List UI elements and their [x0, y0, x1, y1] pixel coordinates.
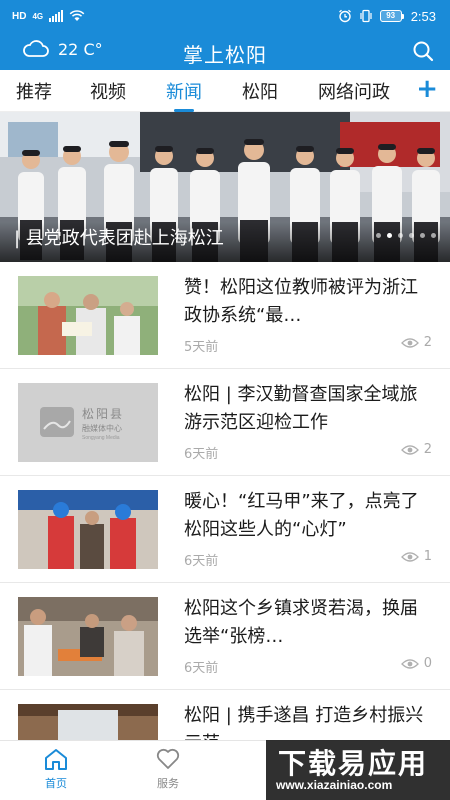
- temperature: 22 C°: [58, 39, 103, 59]
- news-time: 6天前: [184, 661, 219, 676]
- banner-caption-text: 县党政代表团赴上海松江: [25, 228, 224, 249]
- view-count-value: 1: [423, 549, 432, 564]
- heart-icon: [156, 748, 180, 769]
- tab-video[interactable]: 视频: [90, 78, 126, 104]
- eye-icon: [400, 444, 419, 455]
- view-count-value: 2: [423, 335, 432, 350]
- clock: 2:53: [410, 8, 436, 24]
- view-count: 2: [400, 442, 432, 457]
- thumb-logo-en: Songyang Media: [82, 435, 120, 441]
- thumb-logo-text: 松阳县: [82, 407, 125, 421]
- signal-icon: [49, 10, 64, 22]
- news-thumbnail: 松阳县 融媒体中心 Songyang Media: [18, 383, 158, 462]
- eye-icon: [400, 337, 419, 348]
- battery-icon: 93: [379, 10, 404, 22]
- search-button[interactable]: [410, 38, 436, 64]
- pager-dot[interactable]: [431, 233, 436, 238]
- nav-service-label: 服务: [157, 777, 179, 790]
- pager-dot[interactable]: [420, 233, 425, 238]
- headline-banner[interactable]: | 县党政代表团赴上海松江: [0, 112, 450, 262]
- pager-dot-active[interactable]: [387, 233, 392, 238]
- list-item[interactable]: 松阳县 融媒体中心 Songyang Media 松阳 | 李汉勤督查国家全域旅…: [0, 369, 450, 476]
- news-title: 松阳这个乡镇求贤若渴，换届选举“张榜…: [184, 598, 418, 647]
- news-title: 松阳 | 携手遂昌 打造乡村振兴示范: [184, 705, 424, 740]
- status-left: HD 4G: [12, 10, 85, 22]
- news-time: 6天前: [184, 554, 219, 569]
- list-item[interactable]: 松阳 | 携手遂昌 打造乡村振兴示范: [0, 690, 450, 740]
- nav-home[interactable]: 首页: [26, 747, 86, 791]
- news-title: 松阳 | 李汉勤督查国家全域旅游示范区迎检工作: [184, 384, 418, 433]
- status-right: 93 2:53: [338, 9, 436, 24]
- battery-level: 93: [379, 10, 402, 22]
- list-item[interactable]: 赞！松阳这位教师被评为浙江政协系统“最… 5天前 2: [0, 262, 450, 369]
- view-count: 2: [400, 335, 432, 350]
- list-item[interactable]: 松阳这个乡镇求贤若渴，换届选举“张榜… 6天前 0: [0, 583, 450, 690]
- news-thumbnail: [18, 490, 158, 569]
- watermark-url: www.xiazainiao.com: [276, 778, 393, 792]
- nav-home-label: 首页: [45, 777, 67, 790]
- wifi-icon: [69, 10, 85, 21]
- weather-widget[interactable]: 22 C°: [22, 39, 103, 59]
- status-bar: HD 4G 93 2:53: [0, 0, 450, 32]
- search-icon: [413, 41, 434, 62]
- tab-online-politics[interactable]: 网络问政: [318, 78, 390, 104]
- network-type: 4G: [32, 11, 44, 21]
- view-count-value: 0: [423, 656, 432, 671]
- category-tabs: 推荐 视频 新闻 松阳 网络问政 +: [0, 70, 450, 112]
- pager-dot[interactable]: [376, 233, 381, 238]
- tab-recommend[interactable]: 推荐: [16, 78, 52, 104]
- vibrate-icon: [360, 9, 372, 23]
- list-item[interactable]: 暖心！“红马甲”来了，点亮了松阳这些人的“心灯” 6天前 1: [0, 476, 450, 583]
- banner-pager[interactable]: [376, 233, 436, 238]
- app-header: 22 C° 掌上松阳: [0, 32, 450, 70]
- thumb-logo-sub: 融媒体中心: [82, 424, 122, 433]
- news-title: 暖心！“红马甲”来了，点亮了松阳这些人的“心灯”: [184, 491, 419, 540]
- news-title: 赞！松阳这位教师被评为浙江政协系统“最…: [184, 277, 418, 326]
- news-thumbnail: [18, 597, 158, 676]
- hd-indicator: HD: [12, 10, 27, 22]
- news-thumbnail: [18, 704, 158, 740]
- cloud-icon: [23, 40, 49, 57]
- nav-service[interactable]: 服务: [138, 747, 198, 791]
- home-icon: [45, 749, 67, 770]
- view-count: 1: [400, 549, 432, 564]
- tab-songyang[interactable]: 松阳: [242, 78, 278, 104]
- add-tab-button[interactable]: +: [416, 74, 438, 104]
- watermark-title: 下载易应用: [278, 747, 429, 780]
- news-time: 5天前: [184, 340, 219, 355]
- eye-icon: [400, 658, 419, 669]
- banner-caption: | 县党政代表团赴上海松江: [14, 228, 224, 249]
- news-list: 赞！松阳这位教师被评为浙江政协系统“最… 5天前 2 松阳县 融媒体中心 Son…: [0, 262, 450, 740]
- news-time: 6天前: [184, 447, 219, 462]
- tab-news[interactable]: 新闻: [166, 78, 202, 112]
- news-thumbnail: [18, 276, 158, 355]
- pager-dot[interactable]: [398, 233, 403, 238]
- view-count-value: 2: [423, 442, 432, 457]
- alarm-icon: [338, 9, 351, 23]
- view-count: 0: [400, 656, 432, 671]
- site-watermark: 下载易应用 www.xiazainiao.com: [266, 740, 450, 800]
- pager-dot[interactable]: [409, 233, 414, 238]
- eye-icon: [400, 551, 419, 562]
